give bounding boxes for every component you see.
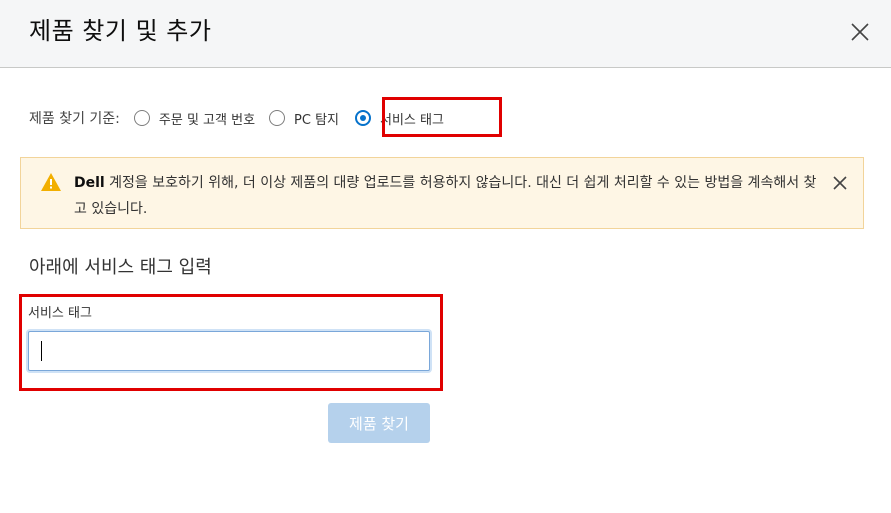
radio-button-selected[interactable] bbox=[355, 110, 372, 126]
find-product-dialog: 제품 찾기 및 추가 제품 찾기 기준: 주문 및 고객 번호 PC 탐지 서비… bbox=[0, 0, 891, 513]
dialog-header: 제품 찾기 및 추가 bbox=[0, 0, 891, 68]
radio-label: 서비스 태그 bbox=[380, 112, 444, 128]
close-icon[interactable] bbox=[831, 174, 849, 192]
section-title: 아래에 서비스 태그 입력 bbox=[29, 257, 212, 278]
radio-button[interactable] bbox=[269, 110, 286, 126]
service-tag-input[interactable] bbox=[28, 331, 430, 371]
radio-button[interactable] bbox=[133, 110, 150, 126]
criteria-label: 제품 찾기 기준: bbox=[29, 111, 120, 127]
radio-pc-detect[interactable]: PC 탐지 bbox=[269, 109, 339, 128]
close-icon[interactable] bbox=[848, 20, 872, 44]
alert-message: Dell 계정을 보호하기 위해, 더 이상 제품의 대량 업로드를 허용하지 … bbox=[74, 170, 819, 222]
radio-label: PC 탐지 bbox=[294, 112, 340, 128]
alert-brand: Dell bbox=[74, 175, 105, 191]
find-product-button[interactable]: 제품 찾기 bbox=[328, 403, 430, 443]
alert-body: 계정을 보호하기 위해, 더 이상 제품의 대량 업로드를 허용하지 않습니다.… bbox=[74, 175, 817, 217]
radio-label: 주문 및 고객 번호 bbox=[158, 112, 256, 128]
search-criteria: 제품 찾기 기준: 주문 및 고객 번호 PC 탐지 서비스 태그 bbox=[29, 104, 458, 132]
warning-alert: Dell 계정을 보호하기 위해, 더 이상 제품의 대량 업로드를 허용하지 … bbox=[20, 157, 864, 229]
warning-icon bbox=[40, 172, 62, 192]
dialog-title: 제품 찾기 및 추가 bbox=[29, 17, 212, 45]
radio-service-tag[interactable]: 서비스 태그 bbox=[355, 109, 444, 128]
radio-order-customer-number[interactable]: 주문 및 고객 번호 bbox=[133, 109, 256, 128]
service-tag-label: 서비스 태그 bbox=[28, 306, 92, 321]
